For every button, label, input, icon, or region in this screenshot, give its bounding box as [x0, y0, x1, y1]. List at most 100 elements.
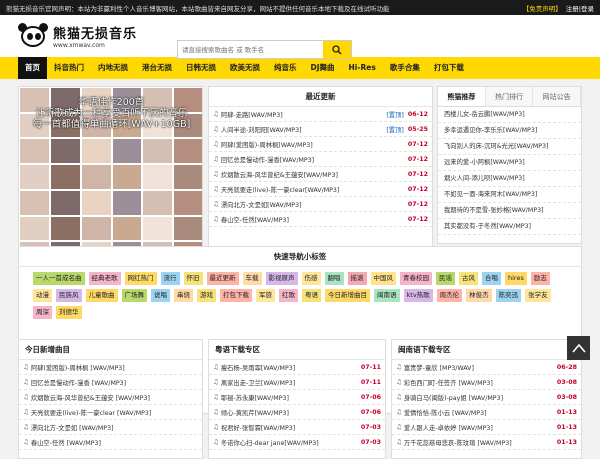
recommend-item[interactable]: 远来的爱-小阿枫[WAV/MP3] [438, 155, 581, 171]
song-title-link[interactable]: 天亮就要走(live)-陈一豪clear[WAV/MP3] [221, 185, 404, 194]
song-title-link[interactable]: 春山空-任然[WAV/MP3] [221, 215, 404, 224]
quick-tag[interactable]: 青春校园 [400, 272, 432, 285]
nav-item-singer-collection[interactable]: 歌手合集 [383, 57, 427, 79]
list-item[interactable]: ♫ 爱人跟人走-卓依婷 [WAV/MP3] 01-13 [392, 420, 581, 435]
list-item[interactable]: ♫ 回忆总是慢动作-漫香[WAV/MP3] 07-12 [209, 152, 432, 167]
recommend-item[interactable]: 其实都没有-于冬然[WAV/MP3] [438, 219, 581, 235]
list-item[interactable]: ♫ 瘦石杨-吴雨霏[WAV/MP3] 07-11 [209, 360, 385, 375]
quick-tag[interactable]: 励志 [530, 272, 550, 285]
quick-tag[interactable]: 中国风 [370, 272, 396, 285]
quick-tag[interactable]: 影视原声 [265, 272, 298, 285]
quick-tag[interactable]: 民谣 [436, 272, 455, 285]
quick-tag[interactable]: ktv热歌 [403, 289, 433, 302]
list-item[interactable]: ♫ 春山空-任然 [WAV/MP3] [19, 435, 202, 450]
back-to-top-button[interactable] [567, 336, 590, 360]
quick-tag[interactable]: 粤语 [302, 289, 321, 302]
quick-tag[interactable]: 打包下载 [220, 289, 252, 302]
list-item[interactable]: ♫ 阿肆-走路[WAV/MP3] [置顶] 06-12 [209, 107, 432, 122]
song-title-link[interactable]: 漂向北方-文昰如 [WAV/MP3] [31, 423, 198, 432]
site-logo[interactable]: 熊猫无损音乐 www.xmwav.com [18, 23, 148, 49]
list-item[interactable]: ♫ 耶褪-苏永康[WAV/MP3] 07-06 [209, 390, 385, 405]
list-item[interactable]: ♫ 彩色西门町-任签齐 [WAV/MP3] 03-08 [392, 375, 581, 390]
song-title-link[interactable]: 彩色西门町-任签齐 [WAV/MP3] [404, 378, 557, 387]
quick-tag[interactable]: 军旅 [256, 289, 275, 302]
quick-tag[interactable]: 陈奕迅 [495, 289, 522, 302]
list-item[interactable]: ♫ 炊烟散云海-风华曾纪&王蕴安[WAV/MP3] 07-12 [209, 167, 432, 182]
song-title-link[interactable]: 回忆总是慢动作-漫香[WAV/MP3] [221, 155, 404, 164]
quick-tag[interactable]: 网红热门 [124, 272, 157, 285]
quick-tag[interactable]: 今日新增曲目 [325, 289, 370, 302]
list-item[interactable]: ♫ 阿肆(爱困版)-周林枫 [WAV/MP3] [19, 360, 202, 375]
song-title-link[interactable]: 倾心-黄凯芹[WAV/MP3] [221, 408, 361, 417]
song-title-link[interactable]: 人间半途-刘阳阳[WAV/MP3] [221, 125, 387, 134]
quick-tag[interactable]: 游戏 [197, 289, 216, 302]
nav-item-pack-download[interactable]: 打包下载 [427, 57, 471, 79]
recommend-item[interactable]: 西楼儿女-岳云鹏[WAV/MP3] [438, 107, 581, 123]
song-title-link[interactable]: 阿肆(爱困版)-周林枫 [WAV/MP3] [31, 363, 198, 372]
quick-tag[interactable]: 伤感 [301, 272, 321, 285]
nav-item-instrumental[interactable]: 纯音乐 [267, 57, 304, 79]
search-button[interactable] [323, 41, 351, 58]
quick-tag[interactable]: 经典老歌 [88, 272, 121, 285]
recommend-item[interactable]: 不如见一面-海来阿木[WAV/MP3] [438, 187, 581, 203]
tab-hot-ranking[interactable]: 热门排行 [485, 87, 534, 106]
quick-tag[interactable]: 周深 [33, 306, 52, 319]
recommend-item[interactable]: 烟火人间-添儿呗[WAV/MP3] [438, 171, 581, 187]
nav-item-hires[interactable]: Hi-Res [342, 57, 383, 79]
nav-item-douyin[interactable]: 抖音热门 [47, 57, 91, 79]
nav-item-western[interactable]: 欧美无损 [223, 57, 267, 79]
song-title-link[interactable]: 富贵梦-童欣 [MP3/WAV] [404, 363, 557, 372]
quick-tag[interactable]: 摇滚 [347, 272, 367, 285]
quick-tag[interactable]: 古风 [459, 272, 478, 285]
quick-tag[interactable]: 说唱 [151, 289, 170, 302]
nav-item-dj[interactable]: DJ舞曲 [304, 57, 342, 79]
song-title-link[interactable]: 万千花蕊慈母悲哀-陈玟瑄 [WAV/MP3] [404, 438, 557, 447]
song-title-link[interactable]: 阿肆(爱困版)-周林枫[WAV/MP3] [221, 140, 404, 149]
song-title-link[interactable]: 爱人跟人走-卓依婷 [WAV/MP3] [404, 423, 557, 432]
list-item[interactable]: ♫ 富贵梦-童欣 [MP3/WAV] 06-28 [392, 360, 581, 375]
quick-tag[interactable]: 最近更新 [206, 272, 239, 285]
song-title-link[interactable]: 阿肆-走路[WAV/MP3] [221, 110, 387, 119]
list-item[interactable]: ♫ 人间半途-刘阳阳[WAV/MP3] [置顶] 05-25 [209, 122, 432, 137]
disclaimer-link[interactable]: 【免责声明】 [523, 3, 562, 13]
recommend-item[interactable]: 多幸运遇见你-李乐乐[WAV/MP3] [438, 123, 581, 139]
song-title-link[interactable]: 回忆总是慢动作-漫香 [WAV/MP3] [31, 378, 198, 387]
register-login-link[interactable]: 注册|登录 [566, 3, 594, 13]
song-title-link[interactable]: 祝君好-张智霖[WAV/MP3] [221, 423, 361, 432]
list-item[interactable]: ♫ 回忆总是慢动作-漫香 [WAV/MP3] [19, 375, 202, 390]
quick-tag[interactable]: hires [505, 272, 527, 285]
quick-tag[interactable]: 闽南语 [374, 289, 400, 302]
quick-tag[interactable]: 红歌 [279, 289, 298, 302]
list-item[interactable]: ♫ 万千花蕊慈母悲哀-陈玟瑄 [WAV/MP3] 01-13 [392, 435, 581, 450]
list-item[interactable]: ♫ 身骑白马(闽版)-pay姐 [WAV/MP3] 03-08 [392, 390, 581, 405]
song-title-link[interactable]: 漂向北方-文昰如[WAV/MP3] [221, 200, 404, 209]
quick-tag[interactable]: 怀旧 [183, 272, 203, 285]
list-item[interactable]: ♫ 漂向北方-文昰如 [WAV/MP3] [19, 420, 202, 435]
quick-tag[interactable]: 张学友 [525, 289, 551, 302]
quick-tag[interactable]: 儿童歌曲 [85, 289, 118, 302]
song-title-link[interactable]: 瘦石杨-吴雨霏[WAV/MP3] [221, 363, 361, 372]
song-title-link[interactable]: 炊烟散云海-风华曾纪&王蕴安 [WAV/MP3] [31, 393, 198, 402]
quick-tag[interactable]: 合唱 [482, 272, 501, 285]
list-item[interactable]: ♫ 阿肆(爱困版)-周林枫[WAV/MP3] 07-12 [209, 137, 432, 152]
nav-item-home[interactable]: 首页 [18, 57, 47, 79]
song-title-link[interactable]: 离家出走-卫兰[WAV/MP3] [221, 378, 361, 387]
song-title-link[interactable]: 爱情恰恰-陈小云 [WAV/MP3] [404, 408, 557, 417]
list-item[interactable]: ♫ 祝君好-张智霖[WAV/MP3] 07-03 [209, 420, 385, 435]
list-item[interactable]: ♫ 冬诺你心扫-dear jane[WAV/MP3] 07-03 [209, 435, 385, 450]
quick-tag[interactable]: 一人一首成名曲 [33, 272, 85, 285]
quick-tag[interactable]: 动漫 [33, 289, 52, 302]
list-item[interactable]: ♫ 炊烟散云海-风华曾纪&王蕴安 [WAV/MP3] [19, 390, 202, 405]
nav-item-mainland[interactable]: 内地无损 [91, 57, 135, 79]
song-title-link[interactable]: 冬诺你心扫-dear jane[WAV/MP3] [221, 438, 361, 447]
tab-recommend[interactable]: 熊猫推荐 [438, 87, 486, 106]
promo-banner[interactable]: 华语佳作200首 让听歌成为一种享受百听不厌的音乐 每一首都值得单曲循环[WAV… [18, 86, 203, 266]
tab-announcement[interactable]: 网站公告 [533, 87, 582, 106]
list-item[interactable]: ♫ 倾心-黄凯芹[WAV/MP3] 07-06 [209, 405, 385, 420]
list-item[interactable]: ♫ 漂向北方-文昰如[WAV/MP3] 07-12 [209, 197, 432, 212]
recommend-item[interactable]: 我期待的不是雪-张妙格[WAV/MP3] [438, 203, 581, 219]
song-title-link[interactable]: 春山空-任然 [WAV/MP3] [31, 438, 198, 447]
quick-tag[interactable]: 串烧 [174, 289, 193, 302]
song-title-link[interactable]: 耶褪-苏永康[WAV/MP3] [221, 393, 361, 402]
list-item[interactable]: ♫ 离家出走-卫兰[WAV/MP3] 07-11 [209, 375, 385, 390]
